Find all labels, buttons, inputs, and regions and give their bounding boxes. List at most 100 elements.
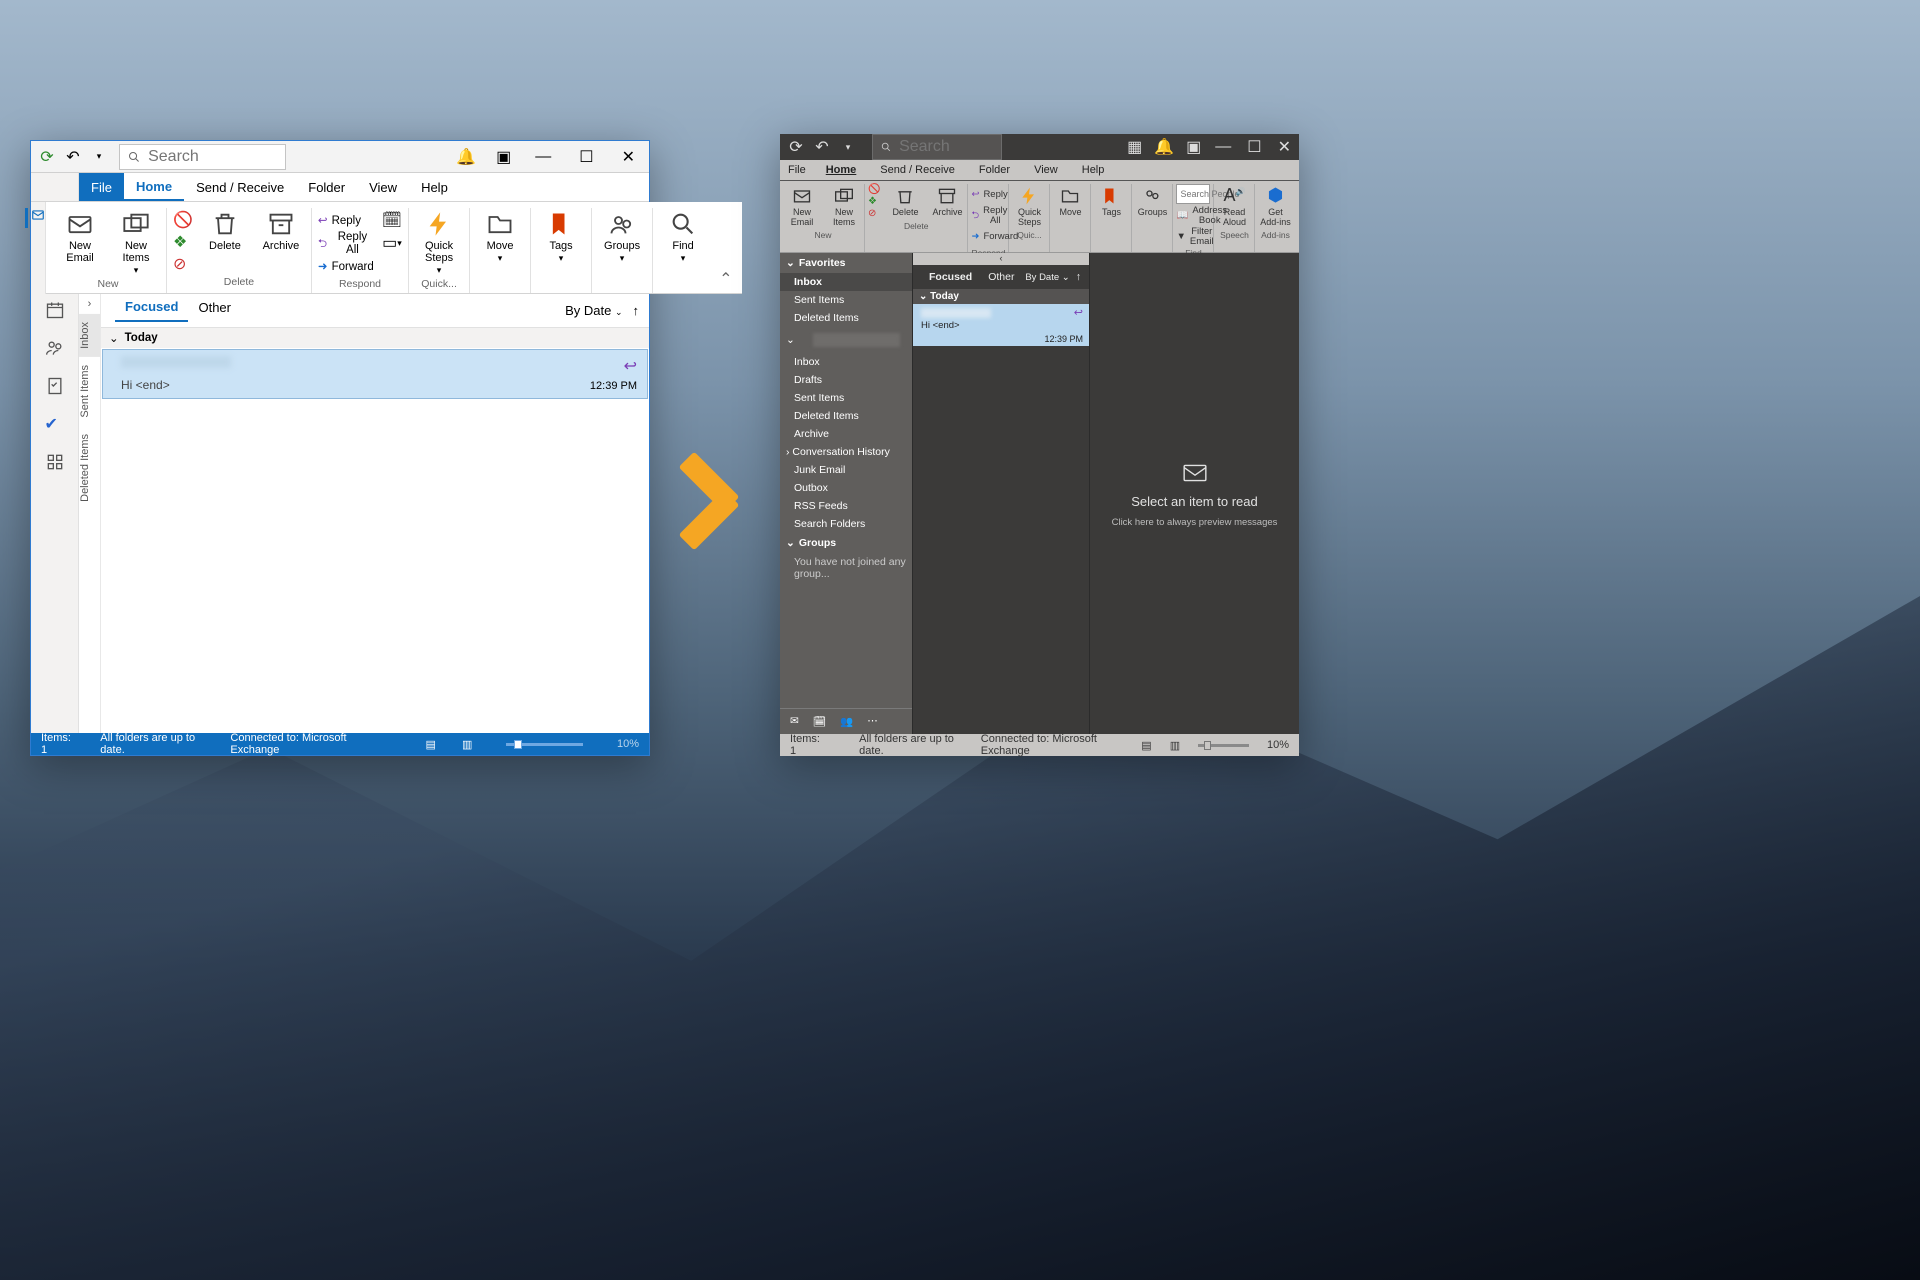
collapse-folder-pane-icon[interactable]: ‹	[913, 253, 1089, 265]
apps-icon[interactable]: ▦	[1127, 137, 1142, 157]
reading-pane-preview-link[interactable]: Click here to always preview messages	[1112, 517, 1278, 528]
tab-home[interactable]: Home	[814, 160, 869, 180]
maximize-button[interactable]: ☐	[1247, 137, 1261, 157]
search-box[interactable]	[119, 144, 286, 170]
close-button[interactable]: ✕	[1278, 137, 1291, 157]
more-respond-icon[interactable]: ▭▾	[382, 233, 402, 253]
nav-mail-icon[interactable]: ✉	[790, 715, 799, 728]
tags-button[interactable]: Tags	[1094, 184, 1128, 218]
get-addins-button[interactable]: ⬢Get Add-ins	[1258, 184, 1292, 228]
undo-icon[interactable]: ↶	[65, 149, 81, 165]
undo-icon[interactable]: ↶	[814, 139, 830, 155]
junk-icon[interactable]: ⊘	[173, 254, 193, 274]
tab-focused[interactable]: Focused	[921, 271, 980, 283]
reply-button[interactable]: ↩Reply	[971, 184, 1005, 204]
nav-people-icon[interactable]	[45, 338, 65, 358]
delete-button[interactable]: Delete	[888, 184, 922, 218]
sync-icon[interactable]: ⟳	[39, 149, 55, 165]
folder-drafts[interactable]: Drafts	[780, 371, 912, 389]
folder-search[interactable]: Search Folders	[780, 515, 912, 533]
coming-soon-icon[interactable]: ▣	[496, 147, 511, 167]
nav-mail-icon[interactable]	[25, 208, 45, 228]
search-input[interactable]	[148, 148, 277, 166]
expand-folder-pane-icon[interactable]: ›	[79, 294, 100, 314]
section-favorites[interactable]: ⌄Favorites	[780, 253, 912, 273]
delete-button[interactable]: Delete	[201, 208, 249, 252]
qat-customize-icon[interactable]: ▾	[840, 139, 856, 155]
folder-outbox[interactable]: Outbox	[780, 479, 912, 497]
tab-folder[interactable]: Folder	[296, 173, 357, 201]
sort-direction-icon[interactable]: ↑	[633, 303, 640, 318]
notifications-icon[interactable]: 🔔	[456, 147, 476, 167]
minimize-button[interactable]: —	[535, 148, 551, 166]
address-book-button[interactable]: 📖Address Book	[1176, 205, 1210, 225]
folder-inbox[interactable]: Inbox	[780, 353, 912, 371]
cleanup-icon[interactable]: ❖	[868, 196, 880, 207]
vfolder-inbox[interactable]: Inbox	[79, 314, 100, 357]
cleanup-icon[interactable]: ❖	[173, 232, 193, 252]
sort-direction-icon[interactable]: ↑	[1076, 271, 1081, 283]
groups-button[interactable]: Groups▾	[598, 208, 646, 264]
fav-deleted[interactable]: Deleted Items	[780, 309, 912, 327]
tab-help[interactable]: Help	[1070, 160, 1117, 180]
view-normal-icon[interactable]: ▤	[1141, 739, 1151, 752]
search-people-input[interactable]	[1176, 184, 1210, 204]
section-groups[interactable]: ⌄Groups	[780, 533, 912, 553]
tab-help[interactable]: Help	[409, 173, 460, 201]
tab-home[interactable]: Home	[124, 173, 184, 201]
ignore-icon[interactable]: 🚫	[173, 210, 193, 230]
minimize-button[interactable]: —	[1215, 138, 1231, 156]
folder-junk[interactable]: Junk Email	[780, 461, 912, 479]
reply-button[interactable]: ↩Reply	[318, 210, 374, 230]
archive-button[interactable]: Archive	[930, 184, 964, 218]
collapse-ribbon-icon[interactable]: ⌃	[713, 265, 738, 293]
search-input[interactable]	[899, 138, 992, 156]
section-account[interactable]: ⌄	[780, 327, 912, 353]
new-items-button[interactable]: New Items	[827, 184, 861, 228]
vfolder-sent[interactable]: Sent Items	[79, 357, 100, 426]
groups-button[interactable]: Groups	[1135, 184, 1169, 218]
fav-sent[interactable]: Sent Items	[780, 291, 912, 309]
tab-send-receive[interactable]: Send / Receive	[868, 160, 967, 180]
fav-inbox[interactable]: Inbox	[780, 273, 912, 291]
folder-archive[interactable]: Archive	[780, 425, 912, 443]
sync-icon[interactable]: ⟳	[788, 139, 804, 155]
nav-calendar-icon[interactable]	[45, 300, 65, 320]
find-button[interactable]: Find▾	[659, 208, 707, 264]
coming-soon-icon[interactable]: ▣	[1186, 137, 1201, 157]
sort-bydate[interactable]: By Date ⌄	[565, 303, 622, 318]
move-button[interactable]: Move▾	[476, 208, 524, 264]
tab-folder[interactable]: Folder	[967, 160, 1022, 180]
qat-customize-icon[interactable]: ▾	[91, 149, 107, 165]
forward-button[interactable]: ➜Forward	[318, 256, 374, 276]
nav-tasks-icon[interactable]	[45, 376, 65, 396]
archive-button[interactable]: Archive	[257, 208, 305, 252]
tab-file[interactable]: File	[79, 173, 124, 201]
tab-view[interactable]: View	[357, 173, 409, 201]
quick-steps-button[interactable]: Quick Steps	[1012, 184, 1046, 228]
meeting-icon[interactable]: 🗓	[382, 210, 402, 230]
nav-calendar-icon[interactable]: 🗓	[813, 715, 826, 728]
nav-people-icon[interactable]: 👥	[840, 715, 853, 728]
tab-send-receive[interactable]: Send / Receive	[184, 173, 296, 201]
forward-button[interactable]: ➜Forward	[971, 226, 1005, 246]
close-button[interactable]: ✕	[622, 147, 635, 167]
search-box[interactable]	[872, 134, 1002, 160]
ignore-icon[interactable]: 🚫	[868, 184, 880, 195]
maximize-button[interactable]: ☐	[579, 147, 593, 167]
reply-all-button[interactable]: ⮌Reply All	[971, 205, 1005, 225]
move-button[interactable]: Move	[1053, 184, 1087, 218]
nav-todo-icon[interactable]: ✔	[45, 414, 65, 434]
new-email-button[interactable]: New Email	[785, 184, 819, 228]
tab-focused[interactable]: Focused	[115, 299, 188, 322]
folder-conv-history[interactable]: › Conversation History	[780, 443, 912, 461]
group-today[interactable]: ⌄ Today	[913, 289, 1089, 304]
junk-icon[interactable]: ⊘	[868, 208, 880, 219]
tab-file[interactable]: File	[780, 160, 814, 180]
message-item[interactable]: Hi <end> ↩ 12:39 PM	[102, 349, 648, 399]
new-items-button[interactable]: New Items▾	[112, 208, 160, 276]
nav-more-icon[interactable]	[45, 452, 65, 472]
view-reading-icon[interactable]: ▥	[462, 738, 472, 751]
read-aloud-button[interactable]: A🔊Read Aloud	[1217, 184, 1251, 228]
tab-other[interactable]: Other	[188, 300, 241, 321]
